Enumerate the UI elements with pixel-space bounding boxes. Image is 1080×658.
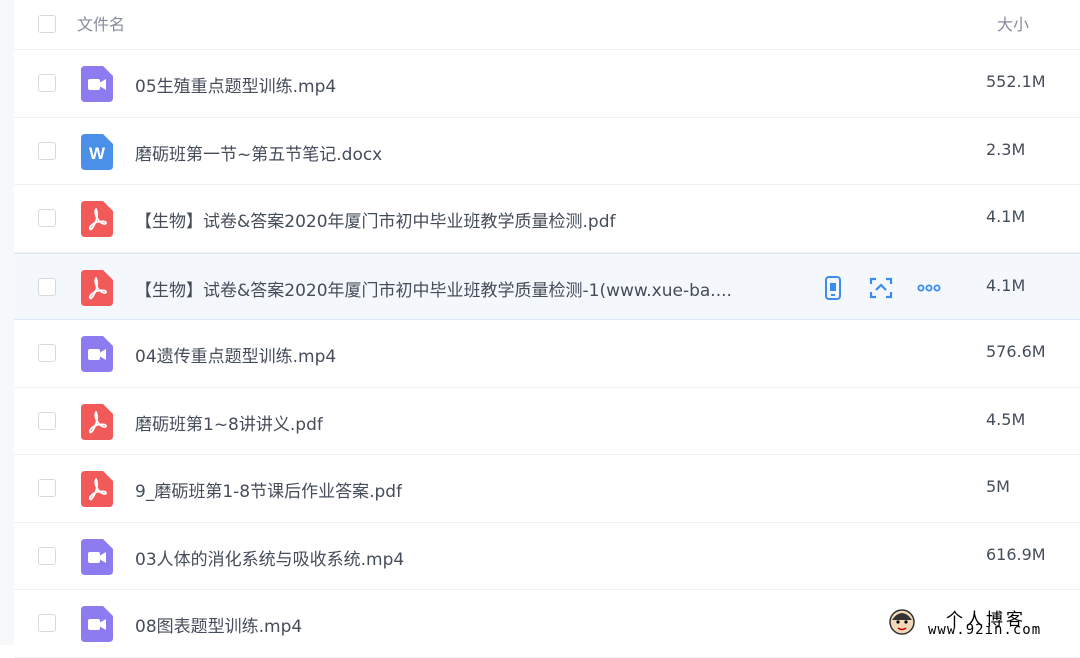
word-file-icon: W bbox=[81, 133, 113, 170]
watermark-url: www.92in.com bbox=[928, 622, 1042, 638]
pdf-file-icon bbox=[81, 403, 113, 440]
pdf-file-icon bbox=[81, 269, 113, 306]
file-name[interactable]: 磨砺班第一节~第五节笔记.docx bbox=[135, 140, 382, 165]
row-checkbox[interactable] bbox=[38, 74, 56, 92]
file-size: 552.1M bbox=[986, 72, 1046, 91]
file-name[interactable]: 【生物】试卷&答案2020年厦门市初中毕业班教学质量检测-1(www.xue-b… bbox=[135, 276, 732, 301]
file-size: 2.3M bbox=[986, 139, 1026, 159]
row-checkbox[interactable] bbox=[38, 479, 56, 497]
watermark: 个人博客 www.92in.com bbox=[886, 603, 1076, 643]
row-checkbox[interactable] bbox=[38, 546, 56, 565]
more-icon[interactable] bbox=[916, 275, 942, 301]
video-file-icon bbox=[81, 66, 113, 102]
column-header-name[interactable]: 文件名 bbox=[77, 11, 125, 35]
file-list: 文件名 大小 05生殖重点题型训练.mp4 552.1M W 磨砺班第一节~第五节笔记… bbox=[14, 0, 1080, 658]
file-name[interactable]: 【生物】试卷&答案2020年厦门市初中毕业班教学质量检测.pdf bbox=[135, 207, 616, 232]
phone-icon[interactable] bbox=[820, 275, 846, 301]
row-checkbox[interactable] bbox=[38, 344, 56, 362]
list-header: 文件名 大小 bbox=[14, 0, 1080, 50]
file-row[interactable]: W 磨砺班第一节~第五节笔记.docx 2.3M bbox=[14, 118, 1080, 185]
file-name[interactable]: 05生殖重点题型训练.mp4 bbox=[135, 72, 336, 97]
file-size: 616.9M bbox=[986, 544, 1046, 564]
file-row[interactable]: 【生物】试卷&答案2020年厦门市初中毕业班教学质量检测.pdf 4.1M bbox=[14, 185, 1080, 253]
column-header-size[interactable]: 大小 bbox=[997, 11, 1029, 35]
file-size: 4.5M bbox=[986, 409, 1026, 429]
video-file-icon bbox=[81, 538, 113, 575]
row-checkbox[interactable] bbox=[38, 141, 56, 160]
video-file-icon bbox=[81, 606, 113, 642]
sidebar-edge bbox=[0, 0, 14, 645]
file-row[interactable]: 9_磨砺班第1-8节课后作业答案.pdf 5M bbox=[14, 455, 1080, 523]
file-size: 4.1M bbox=[986, 207, 1026, 226]
row-checkbox[interactable] bbox=[38, 209, 56, 227]
row-actions bbox=[820, 275, 964, 301]
file-row[interactable]: 03人体的消化系统与吸收系统.mp4 616.9M bbox=[14, 523, 1080, 590]
pdf-file-icon bbox=[81, 201, 113, 237]
file-size: 576.6M bbox=[986, 342, 1046, 361]
file-name[interactable]: 08图表题型训练.mp4 bbox=[135, 612, 302, 637]
file-name[interactable]: 9_磨砺班第1-8节课后作业答案.pdf bbox=[135, 477, 402, 502]
file-size: 5M bbox=[986, 477, 1010, 496]
file-row[interactable]: 05生殖重点题型训练.mp4 552.1M bbox=[14, 50, 1080, 118]
row-checkbox[interactable] bbox=[38, 614, 56, 632]
video-file-icon bbox=[81, 336, 113, 372]
file-name[interactable]: 磨砺班第1~8讲讲义.pdf bbox=[135, 410, 323, 435]
file-row[interactable]: 04遗传重点题型训练.mp4 576.6M bbox=[14, 320, 1080, 388]
pdf-file-icon bbox=[81, 471, 113, 507]
row-checkbox[interactable] bbox=[38, 277, 56, 296]
watermark-logo-icon bbox=[889, 609, 915, 635]
file-row[interactable]: 磨砺班第1~8讲讲义.pdf 4.5M bbox=[14, 388, 1080, 455]
select-all-checkbox[interactable] bbox=[38, 15, 56, 33]
row-checkbox[interactable] bbox=[38, 411, 56, 430]
file-size: 4.1M bbox=[986, 275, 1026, 295]
file-name[interactable]: 04遗传重点题型训练.mp4 bbox=[135, 342, 336, 367]
file-row[interactable]: 【生物】试卷&答案2020年厦门市初中毕业班教学质量检测-1(www.xue-b… bbox=[14, 252, 1080, 320]
file-name[interactable]: 03人体的消化系统与吸收系统.mp4 bbox=[135, 545, 404, 570]
svg-text:W: W bbox=[89, 144, 106, 163]
share-icon[interactable] bbox=[868, 275, 894, 301]
